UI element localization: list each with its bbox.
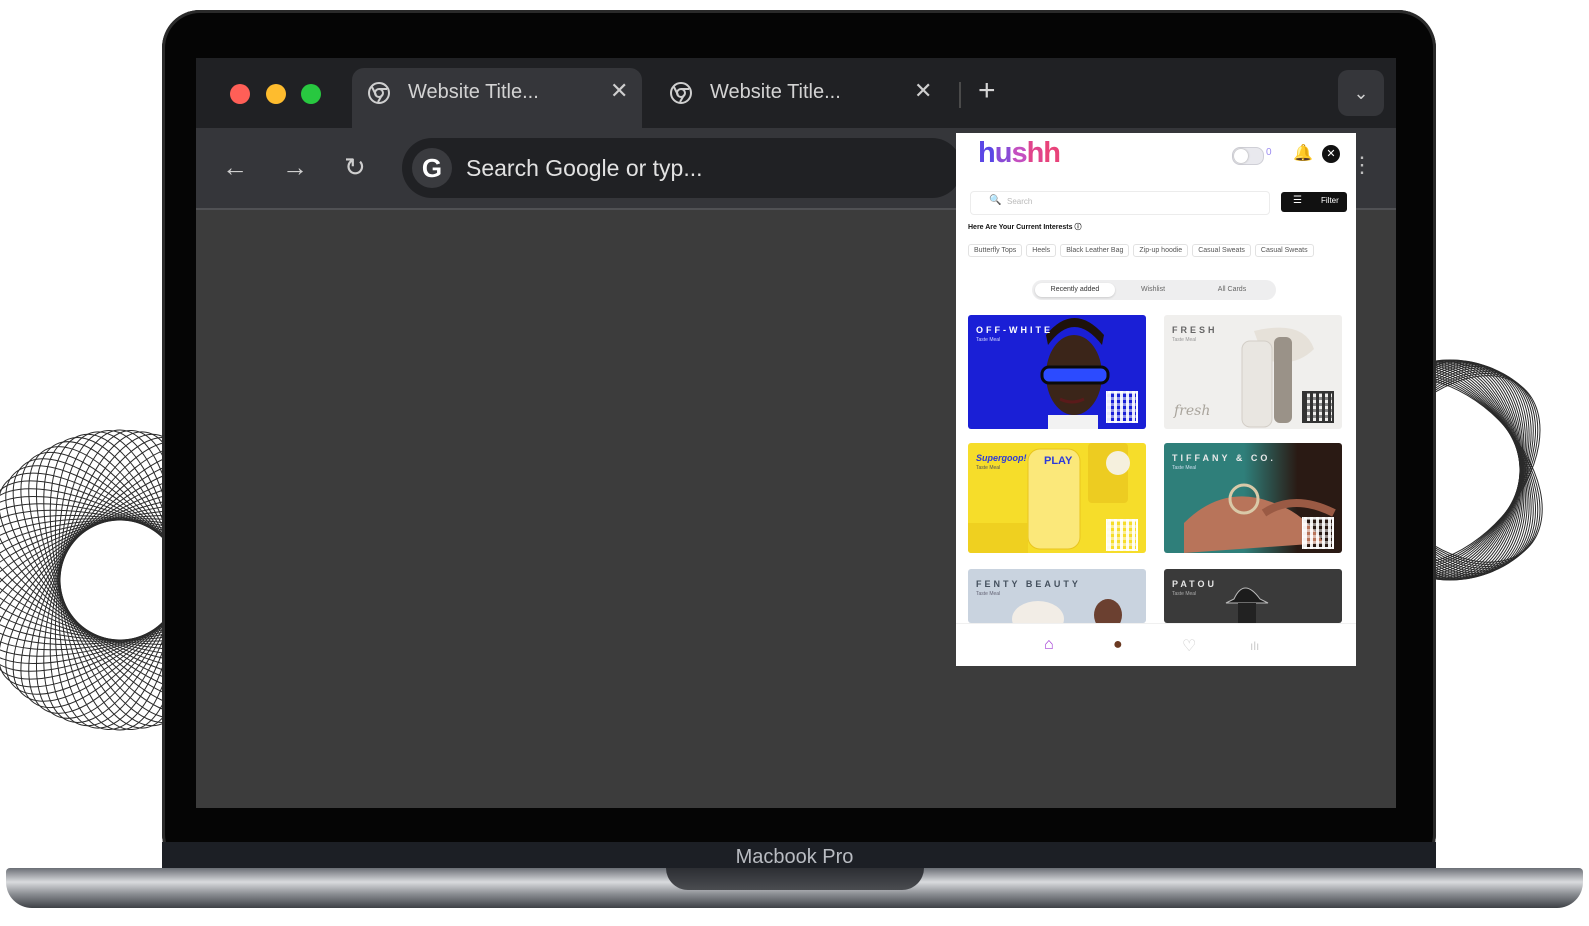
card-script-logo: fresh [1174, 403, 1211, 419]
forward-button[interactable]: → [282, 152, 308, 182]
bell-icon[interactable]: 🔔 [1293, 143, 1313, 163]
search-icon: 🔍 [989, 195, 1002, 206]
interest-chip[interactable]: Butterfly Tops [968, 244, 1023, 257]
card-subtitle: Taste Meal [1172, 591, 1197, 597]
home-icon[interactable]: ⌂ [1044, 636, 1054, 654]
qr-code-icon [1302, 517, 1334, 549]
bottom-navigation: ⌂ ● ♡ ılı [956, 623, 1356, 666]
interests-heading: Here Are Your Current Interests ⓘ [968, 224, 1082, 231]
tab-strip: Website Title... ✕ Website Title... ✕ + … [196, 58, 1396, 128]
address-bar[interactable]: G Search Google or typ... [402, 138, 962, 198]
new-tab-button[interactable]: + [978, 76, 996, 106]
brand-card-supergoop[interactable]: Supergoop! Taste Meal PLAY [968, 443, 1146, 553]
window-maximize-dot[interactable] [301, 84, 321, 104]
window-close-dot[interactable] [230, 84, 250, 104]
tab-title: Website Title... [408, 81, 539, 103]
extension-popup: hushh 0 🔔 ✕ 🔍 Search ☰ Filter Here Are Y… [956, 133, 1356, 666]
privacy-toggle[interactable] [1232, 147, 1264, 165]
tab-title: Website Title... [710, 81, 841, 103]
close-icon[interactable]: ✕ [1322, 145, 1340, 163]
heart-icon[interactable]: ♡ [1182, 636, 1196, 656]
tab-all-cards[interactable]: All Cards [1192, 283, 1272, 297]
card-subtitle: Taste Meal [1172, 337, 1197, 343]
reload-button[interactable]: ↻ [344, 152, 366, 182]
interest-chips: Butterfly Tops Heels Black Leather Bag Zip-… [968, 239, 1318, 257]
card-brand-name: Supergoop! [976, 453, 1027, 463]
filter-label: Filter [1321, 196, 1339, 205]
hushh-logo: hushh [978, 137, 1061, 169]
card-subtitle: Taste Meal [976, 591, 1001, 597]
card-subtitle: Taste Meal [976, 337, 1001, 343]
profile-avatar-icon[interactable]: ● [1113, 636, 1123, 654]
google-icon: G [412, 148, 452, 188]
brand-card-patou[interactable]: PATOU Taste Meal [1164, 569, 1342, 623]
toggle-knob [1234, 149, 1248, 163]
chrome-icon [670, 82, 692, 104]
card-brand-name: FRESH [1172, 325, 1218, 335]
address-placeholder: Search Google or typ... [466, 155, 703, 181]
window-minimize-dot[interactable] [266, 84, 286, 104]
card-brand-name: OFF-WHITE [976, 325, 1053, 335]
tab-wishlist[interactable]: Wishlist [1118, 283, 1188, 297]
qr-code-icon [1106, 391, 1138, 423]
tab-1[interactable]: Website Title... ✕ [352, 68, 642, 128]
stats-icon[interactable]: ılı [1250, 639, 1259, 653]
tab-search-button[interactable]: ⌄ [1338, 70, 1384, 116]
tab-close-button[interactable]: ✕ [914, 78, 932, 104]
back-button[interactable]: ← [222, 152, 248, 182]
filter-button[interactable]: ☰ Filter [1281, 192, 1347, 212]
tab-recently-added[interactable]: Recently added [1035, 283, 1115, 297]
device-label: Macbook Pro [735, 846, 854, 868]
interest-chip[interactable]: Heels [1026, 244, 1057, 257]
card-subtitle: Taste Meal [976, 465, 1001, 471]
tab-separator [959, 82, 961, 108]
interest-chip[interactable]: Casual Sweats [1254, 244, 1314, 257]
card-product-name: PLAY [1044, 455, 1073, 467]
brand-card-fresh[interactable]: FRESH Taste Meal fresh [1164, 315, 1342, 429]
filter-icon: ☰ [1293, 195, 1302, 206]
card-brand-name: FENTY BEAUTY [976, 579, 1081, 589]
card-subtitle: Taste Meal [1172, 465, 1197, 471]
search-placeholder: Search [1007, 197, 1033, 206]
interest-chip[interactable]: Zip-up hoodie [1133, 244, 1189, 257]
laptop-notch [666, 868, 924, 890]
card-brand-name: PATOU [1172, 579, 1218, 589]
brand-card-fenty[interactable]: FENTY BEAUTY Taste Meal [968, 569, 1146, 623]
search-input[interactable]: 🔍 Search [970, 191, 1270, 215]
interest-chip[interactable]: Black Leather Bag [1060, 244, 1130, 257]
brand-card-off-white[interactable]: OFF-WHITE Taste Meal [968, 315, 1146, 429]
qr-code-icon [1302, 391, 1334, 423]
card-filter-segmented-control: Recently added Wishlist All Cards [1032, 280, 1276, 300]
toggle-count: 0 [1266, 147, 1272, 158]
interest-chip[interactable]: Casual Sweats [1192, 244, 1251, 257]
tab-close-button[interactable]: ✕ [610, 78, 628, 104]
card-brand-name: TIFFANY & CO. [1172, 453, 1276, 463]
chrome-icon [368, 82, 390, 104]
qr-code-icon [1106, 519, 1138, 551]
tab-2[interactable]: Website Title... ✕ [654, 68, 944, 128]
brand-card-tiffany[interactable]: TIFFANY & CO. Taste Meal [1164, 443, 1342, 553]
